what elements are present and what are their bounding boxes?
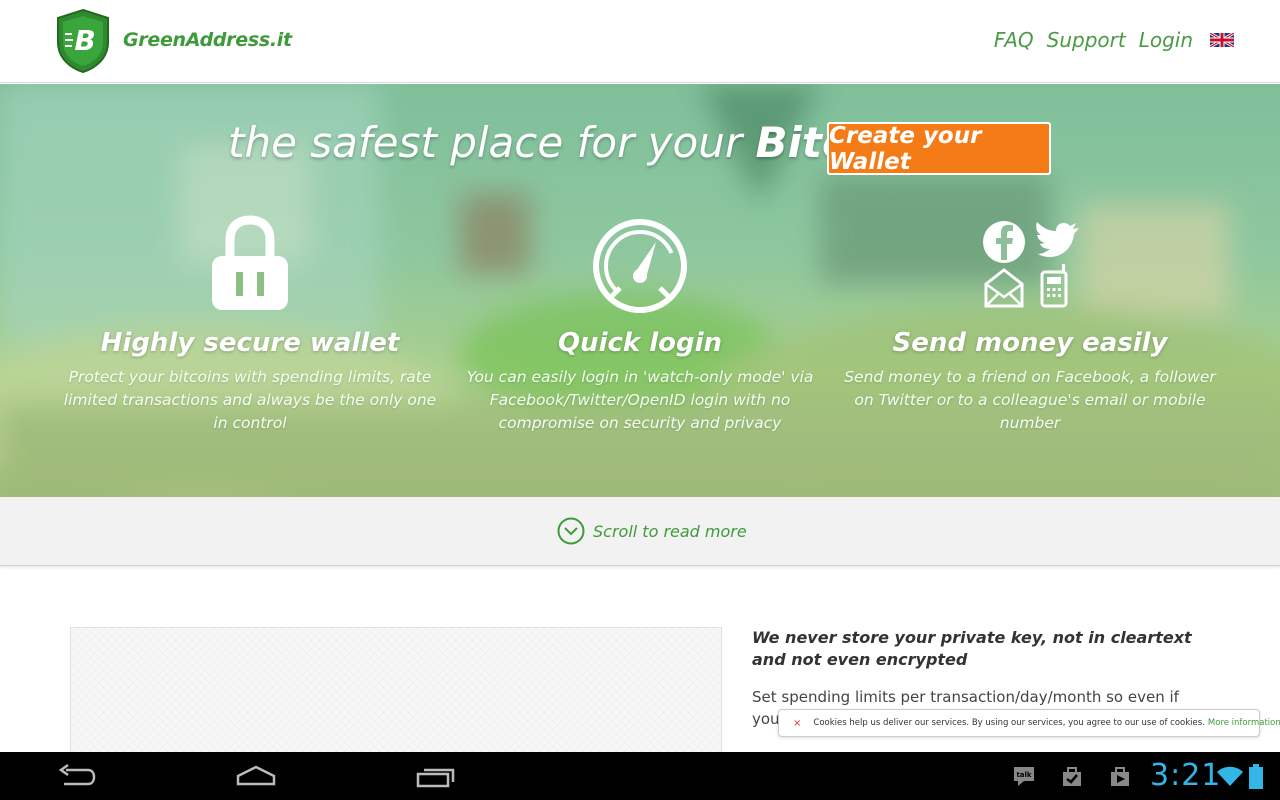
- cookie-more-info-link[interactable]: More information: [1208, 718, 1280, 728]
- feature-secure-wallet: Highly secure wallet Protect your bitcoi…: [60, 214, 440, 435]
- content-image-placeholder: [70, 627, 722, 767]
- hero-section: the safest place for your Bitcoins Creat…: [0, 84, 1280, 497]
- feature-description: Send money to a friend on Facebook, a fo…: [844, 368, 1216, 432]
- create-wallet-button[interactable]: Create your Wallet: [827, 122, 1051, 175]
- feature-quick-login: Quick login You can easily login in 'wat…: [450, 214, 830, 435]
- svg-text:B: B: [74, 24, 95, 57]
- system-navigation-bar: talk 3:21: [0, 752, 1280, 800]
- top-nav: FAQ Support Login: [994, 28, 1234, 52]
- home-icon[interactable]: [236, 764, 276, 788]
- svg-text:talk: talk: [1016, 771, 1031, 779]
- wifi-icon: [1217, 766, 1243, 786]
- feature-description: You can easily login in 'watch-only mode…: [466, 368, 814, 432]
- recent-apps-icon[interactable]: [416, 764, 456, 788]
- nav-support-link[interactable]: Support: [1047, 28, 1126, 52]
- cookie-text: Cookies help us deliver our services. By…: [813, 718, 1205, 728]
- feature-title: Quick login: [557, 328, 723, 358]
- feature-title: Highly secure wallet: [100, 328, 400, 358]
- speedometer-icon: [590, 214, 690, 314]
- feature-description: Protect your bitcoins with spending limi…: [63, 368, 437, 432]
- twitter-icon: [1036, 222, 1079, 258]
- facebook-icon: [983, 221, 1025, 263]
- system-clock: 3:21: [1150, 758, 1222, 793]
- scroll-bar: Scroll to read more: [0, 497, 1280, 566]
- site-header: B GreenAddress.it FAQ Support Login: [0, 0, 1280, 83]
- brand-name[interactable]: GreenAddress.it: [123, 29, 292, 51]
- scroll-to-read-more-link[interactable]: Scroll to read more: [557, 517, 747, 545]
- email-icon: [984, 268, 1024, 308]
- feature-title: Send money easily: [892, 328, 1168, 358]
- uk-flag-icon[interactable]: [1210, 33, 1234, 47]
- scroll-label: Scroll to read more: [593, 521, 747, 541]
- cookie-notice: × Cookies help us deliver our services. …: [778, 709, 1280, 737]
- battery-icon: [1249, 764, 1263, 789]
- greenaddress-logo-icon[interactable]: B: [54, 8, 112, 74]
- talk-notification-icon[interactable]: talk: [1012, 764, 1036, 788]
- nav-faq-link[interactable]: FAQ: [994, 28, 1034, 52]
- chevron-down-circle-icon: [557, 517, 585, 545]
- mobile-phone-icon: [1040, 264, 1068, 308]
- play-store-icon[interactable]: [1108, 764, 1132, 788]
- nav-login-link[interactable]: Login: [1139, 28, 1193, 52]
- feature-send-money: Send money easily Send money to a friend…: [840, 214, 1220, 435]
- back-icon[interactable]: [58, 764, 96, 788]
- tagline-prefix: the safest place for your: [228, 118, 756, 167]
- padlock-icon: [210, 214, 290, 314]
- shopping-bag-check-icon[interactable]: [1060, 764, 1084, 788]
- close-icon[interactable]: ×: [793, 718, 801, 729]
- content-heading: We never store your private key, not in …: [752, 628, 1192, 669]
- social-icons: [980, 214, 1080, 314]
